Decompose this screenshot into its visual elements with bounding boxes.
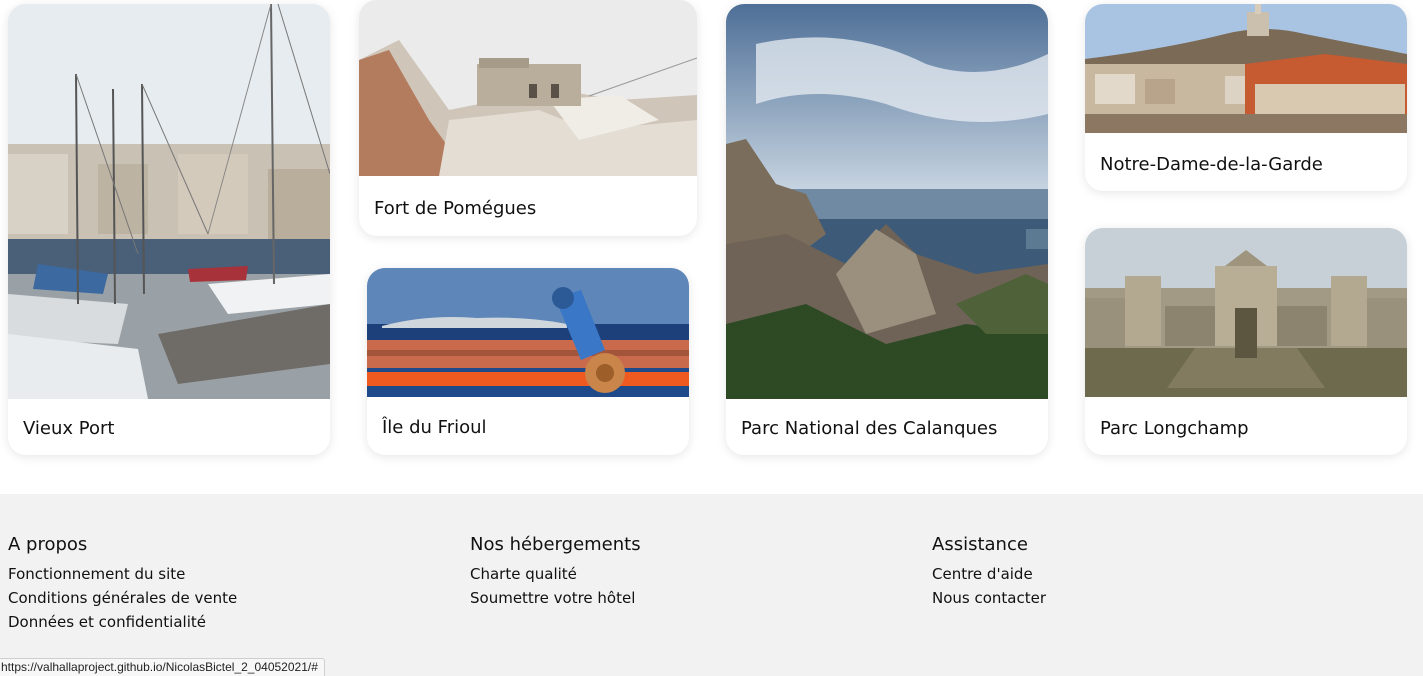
card-label: Parc National des Calanques xyxy=(741,418,998,439)
basilica-hill-city-photo xyxy=(1085,4,1407,133)
footer-heading: Assistance xyxy=(932,534,1028,555)
footer-column-a-propos: A propos Fonctionnement du site Conditio… xyxy=(8,534,237,634)
footer-link[interactable]: Conditions générales de vente xyxy=(8,586,237,610)
card-fort-de-pomegues[interactable]: Fort de Pomégues xyxy=(359,0,697,236)
card-parc-longchamp[interactable]: Parc Longchamp xyxy=(1085,228,1407,455)
browser-status-bar-url: https://valhallaproject.github.io/Nicola… xyxy=(0,658,325,676)
card-parc-national-des-calanques[interactable]: Parc National des Calanques xyxy=(726,4,1048,455)
page: Vieux Port Fort de Pomégues Île du Friou… xyxy=(0,0,1423,676)
footer-column-nos-hebergements: Nos hébergements Charte qualité Soumettr… xyxy=(470,534,641,610)
footer-link[interactable]: Soumettre votre hôtel xyxy=(470,586,641,610)
card-label: Notre-Dame-de-la-Garde xyxy=(1100,154,1323,175)
card-label: Parc Longchamp xyxy=(1100,418,1249,439)
island-telescope-photo xyxy=(367,268,689,397)
footer-heading: A propos xyxy=(8,534,88,555)
footer: A propos Fonctionnement du site Conditio… xyxy=(0,494,1423,676)
footer-column-assistance: Assistance Centre d'aide Nous contacter xyxy=(932,534,1046,610)
footer-link[interactable]: Centre d'aide xyxy=(932,562,1046,586)
card-vieux-port[interactable]: Vieux Port xyxy=(8,4,330,455)
calanques-cliffs-photo xyxy=(726,4,1048,399)
footer-heading: Nos hébergements xyxy=(470,534,641,555)
card-label: Île du Frioul xyxy=(382,417,487,438)
harbor-sailboats-photo xyxy=(8,4,330,399)
palais-longchamp-photo xyxy=(1085,228,1407,397)
card-notre-dame-de-la-garde[interactable]: Notre-Dame-de-la-Garde xyxy=(1085,4,1407,191)
fort-on-rocks-photo xyxy=(359,0,697,176)
card-label: Fort de Pomégues xyxy=(374,198,537,219)
card-label: Vieux Port xyxy=(23,418,115,439)
footer-link[interactable]: Nous contacter xyxy=(932,586,1046,610)
footer-link[interactable]: Fonctionnement du site xyxy=(8,562,237,586)
footer-link[interactable]: Données et confidentialité xyxy=(8,610,237,634)
card-ile-du-frioul[interactable]: Île du Frioul xyxy=(367,268,689,455)
footer-link[interactable]: Charte qualité xyxy=(470,562,641,586)
